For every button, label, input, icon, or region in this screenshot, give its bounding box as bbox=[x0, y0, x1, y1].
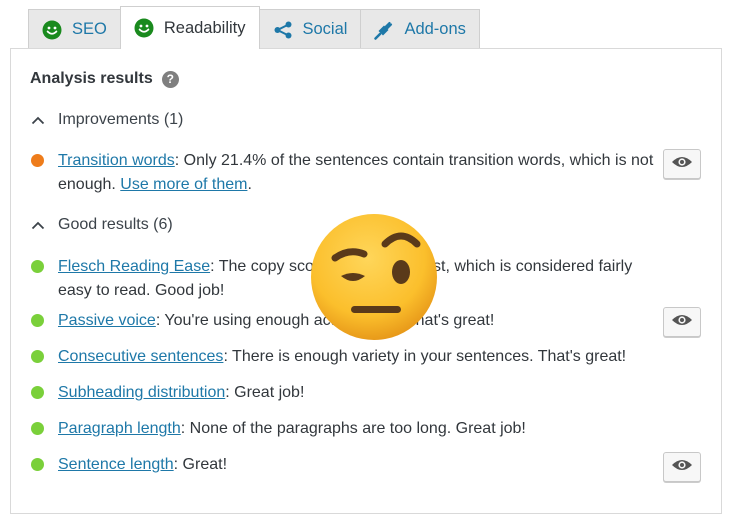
list-item: Sentence length: Great! bbox=[58, 456, 228, 473]
eye-icon bbox=[671, 155, 693, 174]
status-dot-green bbox=[31, 458, 44, 471]
improvements-toggle[interactable]: Improvements (1) bbox=[30, 111, 183, 129]
flesch-reading-ease-link[interactable]: Flesch Reading Ease bbox=[58, 258, 210, 275]
use-more-link[interactable]: Use more of them bbox=[120, 176, 247, 193]
highlight-passive-voice-button[interactable] bbox=[663, 307, 701, 337]
share-icon bbox=[273, 20, 293, 40]
chevron-up-icon bbox=[30, 112, 46, 128]
status-dot-orange bbox=[31, 154, 44, 167]
transition-words-link[interactable]: Transition words bbox=[58, 152, 175, 169]
tab-social[interactable]: Social bbox=[258, 9, 362, 49]
status-dot-green bbox=[31, 422, 44, 435]
paragraph-length-link[interactable]: Paragraph length bbox=[58, 420, 181, 437]
status-dot-green bbox=[31, 314, 44, 327]
metabox-tabs: SEO Readability Social Add-ons bbox=[28, 6, 480, 49]
tab-readability[interactable]: Readability bbox=[119, 6, 260, 49]
highlight-transition-words-button[interactable] bbox=[663, 149, 701, 179]
eye-icon bbox=[671, 313, 693, 332]
plug-icon bbox=[374, 20, 394, 40]
tab-seo[interactable]: SEO bbox=[28, 9, 121, 49]
status-dot-green bbox=[31, 386, 44, 399]
tab-social-label: Social bbox=[302, 20, 348, 38]
status-dot-green bbox=[31, 260, 44, 273]
tab-seo-label: SEO bbox=[72, 20, 107, 38]
consecutive-sentences-link[interactable]: Consecutive sentences bbox=[58, 348, 223, 365]
smiley-icon bbox=[134, 18, 154, 38]
help-icon[interactable]: ? bbox=[161, 70, 179, 88]
tab-addons-label: Add-ons bbox=[404, 20, 466, 38]
list-item: Consecutive sentences: There is enough v… bbox=[58, 348, 627, 365]
status-dot-green bbox=[31, 350, 44, 363]
tab-addons[interactable]: Add-ons bbox=[360, 9, 480, 49]
good-results-header: Good results (6) bbox=[58, 216, 173, 233]
tab-readability-label: Readability bbox=[163, 18, 246, 37]
list-item: Subheading distribution: Great job! bbox=[58, 384, 305, 401]
eye-icon bbox=[671, 458, 693, 477]
page-title: Analysis results bbox=[30, 70, 153, 87]
improvements-header: Improvements (1) bbox=[58, 111, 184, 128]
list-item: Transition words: Only 21.4% of the sent… bbox=[58, 152, 654, 193]
highlight-sentence-length-button[interactable] bbox=[663, 452, 701, 482]
good-results-toggle[interactable]: Good results (6) bbox=[30, 216, 173, 234]
list-item: Paragraph length: None of the paragraphs… bbox=[58, 420, 526, 437]
smiley-icon bbox=[42, 20, 62, 40]
chevron-up-icon bbox=[30, 217, 46, 233]
raised-eyebrow-emoji-icon bbox=[309, 212, 439, 342]
analysis-results-heading: Analysis results ? bbox=[30, 70, 179, 88]
sentence-length-link[interactable]: Sentence length bbox=[58, 456, 174, 473]
subheading-distribution-link[interactable]: Subheading distribution bbox=[58, 384, 225, 401]
passive-voice-link[interactable]: Passive voice bbox=[58, 312, 156, 329]
